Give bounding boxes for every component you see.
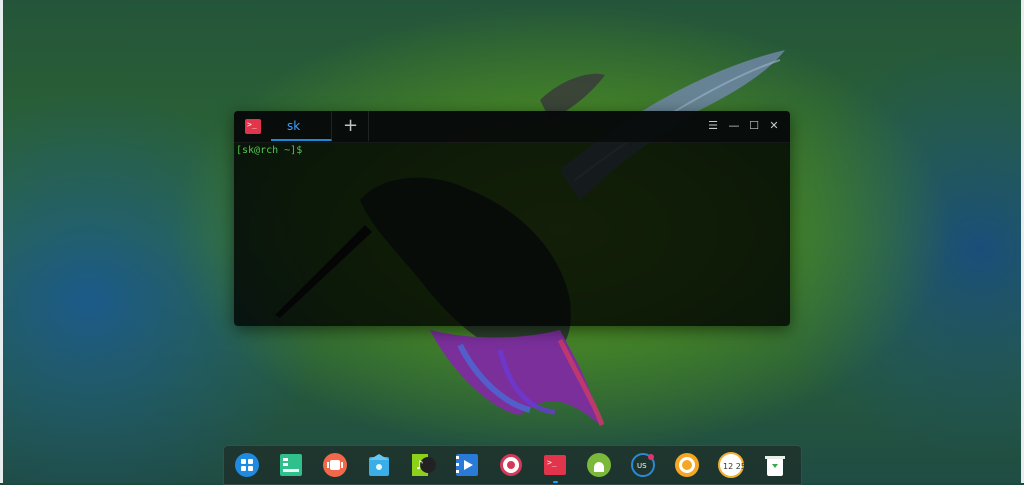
svg-text:♪: ♪ [416, 458, 424, 472]
file-manager-icon[interactable] [278, 452, 304, 478]
multitasking-icon[interactable] [322, 452, 348, 478]
maximize-icon: ☐ [749, 119, 759, 132]
app-store-icon[interactable] [366, 452, 392, 478]
menu-button[interactable]: ☰ [704, 117, 722, 135]
minimize-icon: — [728, 119, 740, 132]
terminal-app-icon: >_ [245, 119, 261, 134]
terminal-window[interactable]: >_ sk + ☰ — ☐ ✕ [sk@rch ~]$ [234, 111, 790, 326]
trash-icon[interactable] [762, 452, 788, 478]
close-icon: ✕ [769, 119, 779, 132]
launcher-icon[interactable] [234, 452, 260, 478]
settings-icon[interactable] [498, 452, 524, 478]
terminal-content[interactable]: [sk@rch ~]$ [236, 144, 788, 324]
tab-sk[interactable]: sk [271, 111, 332, 141]
hamburger-icon: ☰ [708, 119, 718, 132]
tab-label: sk [287, 119, 301, 133]
clock-label: 12 25 [723, 462, 744, 471]
plus-icon: + [342, 115, 359, 136]
maximize-button[interactable]: ☐ [745, 117, 763, 135]
svg-text:>_: >_ [547, 458, 557, 467]
clock-icon[interactable]: 12 25 [718, 452, 744, 478]
terminal-icon[interactable]: >_ [542, 452, 568, 483]
dock: ♪ >_ US 12 25 [223, 445, 802, 485]
close-button[interactable]: ✕ [765, 117, 783, 135]
new-tab-button[interactable]: + [333, 111, 369, 141]
minimize-button[interactable]: — [725, 117, 743, 135]
shutdown-icon[interactable] [674, 452, 700, 478]
keyboard-layout-icon[interactable]: US [630, 452, 656, 478]
screen-edge-left [0, 0, 3, 483]
music-icon[interactable]: ♪ [410, 452, 436, 478]
terminal-titlebar[interactable]: >_ sk + ☰ — ☐ ✕ [234, 111, 790, 143]
android-icon[interactable] [586, 452, 612, 478]
movie-icon[interactable] [454, 452, 480, 478]
keyboard-layout-label: US [637, 462, 647, 470]
shell-prompt: [sk@rch ~]$ [236, 145, 303, 156]
